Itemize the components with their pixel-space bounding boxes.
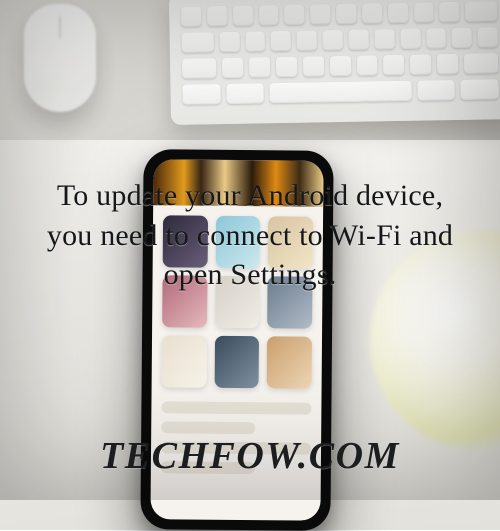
computer-mouse xyxy=(6,4,126,134)
promo-image: To update your Android device, you need … xyxy=(0,0,500,500)
watermark-text: TECHFOW.COM xyxy=(0,434,500,478)
keyboard xyxy=(169,0,500,125)
caption-text: To update your Android device, you need … xyxy=(36,176,464,295)
